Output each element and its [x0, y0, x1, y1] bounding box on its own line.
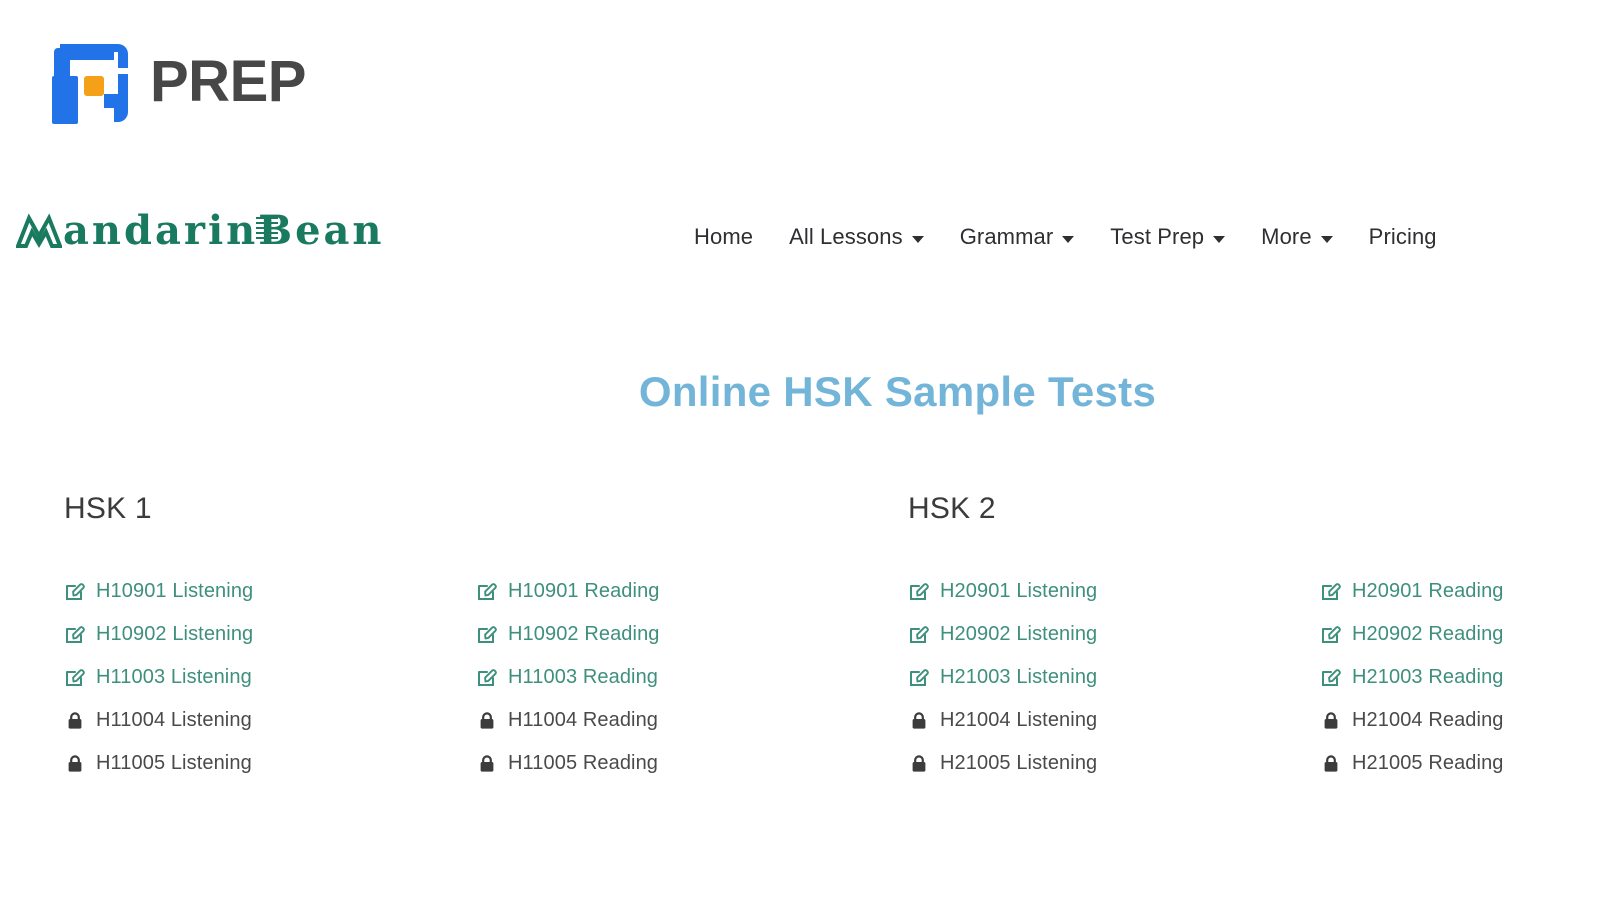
lock-icon	[1320, 753, 1342, 775]
edit-square-icon	[476, 667, 498, 689]
page-title: Online HSK Sample Tests	[638, 368, 1157, 415]
test-locked-row: H11005 Reading	[476, 742, 888, 785]
chevron-down-icon	[1213, 235, 1226, 243]
group-columns: H10901 Listening H10902 Listening H11003…	[64, 570, 888, 785]
edit-square-icon	[908, 624, 930, 646]
edit-square-icon	[64, 581, 86, 603]
test-link-row[interactable]: H20901 Reading	[1320, 570, 1600, 613]
nav-label: More	[1261, 224, 1312, 249]
mandarinbean-logo[interactable]: andarin Bean	[16, 204, 385, 251]
nav-label: Test Prep	[1110, 224, 1205, 249]
test-label: H21004 Reading	[1352, 709, 1504, 731]
test-label: H21003 Reading	[1352, 666, 1504, 688]
test-label: H20901 Reading	[1352, 580, 1504, 602]
nav-label: Grammar	[959, 224, 1054, 249]
column-reading: H20901 Reading H20902 Reading H21003 Rea…	[1320, 570, 1600, 785]
edit-square-icon	[908, 667, 930, 689]
nav-item-home[interactable]: Home	[676, 224, 771, 250]
test-label: H20902 Listening	[940, 623, 1098, 645]
edit-square-icon	[64, 624, 86, 646]
column-reading: H10901 Reading H10902 Reading H11003 Rea…	[476, 570, 888, 785]
test-label: H11003 Listening	[96, 666, 252, 688]
mandarinbean-text-part-3: ean	[295, 207, 385, 254]
edit-square-icon	[64, 667, 86, 689]
test-locked-row: H11004 Reading	[476, 699, 888, 742]
prep-wordmark: PREP	[150, 49, 306, 114]
chevron-down-icon	[1062, 235, 1075, 243]
test-label: H10902 Listening	[96, 623, 254, 645]
lock-icon	[64, 710, 86, 732]
column-listening: H20901 Listening H20902 Listening H21003…	[908, 570, 1320, 785]
edit-square-icon	[476, 624, 498, 646]
test-link-row[interactable]: H21003 Reading	[1320, 656, 1600, 699]
test-link-row[interactable]: H11003 Listening	[64, 656, 476, 699]
nav-item-test-prep[interactable]: Test Prep	[1092, 224, 1243, 250]
nav-item-more[interactable]: More	[1243, 224, 1351, 250]
edit-square-icon	[1320, 624, 1342, 646]
mandarinbean-b-glyph: B	[256, 211, 295, 251]
test-label: H20901 Listening	[940, 580, 1098, 602]
edit-square-icon	[908, 581, 930, 603]
prep-logo-icon	[52, 44, 136, 124]
test-link-row[interactable]: H10901 Listening	[64, 570, 476, 613]
chevron-down-icon	[911, 235, 924, 243]
test-label: H21004 Listening	[940, 709, 1098, 731]
test-locked-row: H11004 Listening	[64, 699, 476, 742]
group-title: HSK 2	[908, 492, 996, 525]
test-label: H11005 Listening	[96, 752, 252, 774]
nav-item-grammar[interactable]: Grammar	[942, 224, 1093, 250]
test-locked-row: H11005 Listening	[64, 742, 476, 785]
test-locked-row: H21005 Listening	[908, 742, 1320, 785]
prep-brand-bar[interactable]: PREP	[52, 38, 306, 130]
column-listening: H10901 Listening H10902 Listening H11003…	[64, 570, 476, 785]
lock-icon	[476, 753, 498, 775]
test-label: H10901 Listening	[96, 580, 254, 602]
test-link-row[interactable]: H10902 Listening	[64, 613, 476, 656]
group-title: HSK 1	[64, 492, 152, 525]
test-label: H11005 Reading	[508, 752, 659, 774]
lock-icon	[908, 710, 930, 732]
edit-square-icon	[1320, 667, 1342, 689]
test-locked-row: H21005 Reading	[1320, 742, 1600, 785]
test-locked-row: H21004 Reading	[1320, 699, 1600, 742]
test-label: H11004 Listening	[96, 709, 252, 731]
test-link-row[interactable]: H10901 Reading	[476, 570, 888, 613]
test-group-hsk1: HSK 1 H10901 Listening H10902 Listening	[64, 492, 888, 785]
nav-label: All Lessons	[789, 224, 903, 249]
edit-square-icon	[476, 581, 498, 603]
test-link-row[interactable]: H11003 Reading	[476, 656, 888, 699]
edit-square-icon	[1320, 581, 1342, 603]
test-label: H21003 Listening	[940, 666, 1098, 688]
test-label: H21005 Reading	[1352, 752, 1504, 774]
nav-item-all-lessons[interactable]: All Lessons	[771, 224, 942, 250]
test-label: H21005 Listening	[940, 752, 1098, 774]
test-locked-row: H21004 Listening	[908, 699, 1320, 742]
mandarinbean-mountain-icon	[16, 213, 62, 248]
test-label: H10901 Reading	[508, 580, 660, 602]
mandarinbean-wordmark: andarin Bean	[63, 211, 385, 251]
test-link-row[interactable]: H10902 Reading	[476, 613, 888, 656]
test-group-hsk2: HSK 2 H20901 Listening H20902 Listening	[908, 492, 1600, 785]
chevron-down-icon	[1320, 235, 1333, 243]
lock-icon	[476, 710, 498, 732]
test-label: H11004 Reading	[508, 709, 659, 731]
mandarinbean-text-part-2: B	[258, 207, 296, 254]
test-link-row[interactable]: H20902 Reading	[1320, 613, 1600, 656]
nav-label: Pricing	[1368, 224, 1437, 249]
site-header: andarin Bean Home All Lessons Grammar Tes…	[0, 196, 1600, 278]
group-columns: H20901 Listening H20902 Listening H21003…	[908, 570, 1600, 785]
main-navigation: Home All Lessons Grammar Test Prep More …	[676, 214, 1455, 260]
lock-icon	[1320, 710, 1342, 732]
nav-label: Home	[694, 224, 754, 249]
test-link-row[interactable]: H21003 Listening	[908, 656, 1320, 699]
test-link-row[interactable]: H20902 Listening	[908, 613, 1320, 656]
test-label: H10902 Reading	[508, 623, 660, 645]
lock-icon	[908, 753, 930, 775]
test-label: H11003 Reading	[508, 666, 659, 688]
test-link-row[interactable]: H20901 Listening	[908, 570, 1320, 613]
test-label: H20902 Reading	[1352, 623, 1504, 645]
nav-item-pricing[interactable]: Pricing	[1351, 224, 1455, 250]
mandarinbean-text-part-1: andarin	[63, 207, 259, 254]
lock-icon	[64, 753, 86, 775]
